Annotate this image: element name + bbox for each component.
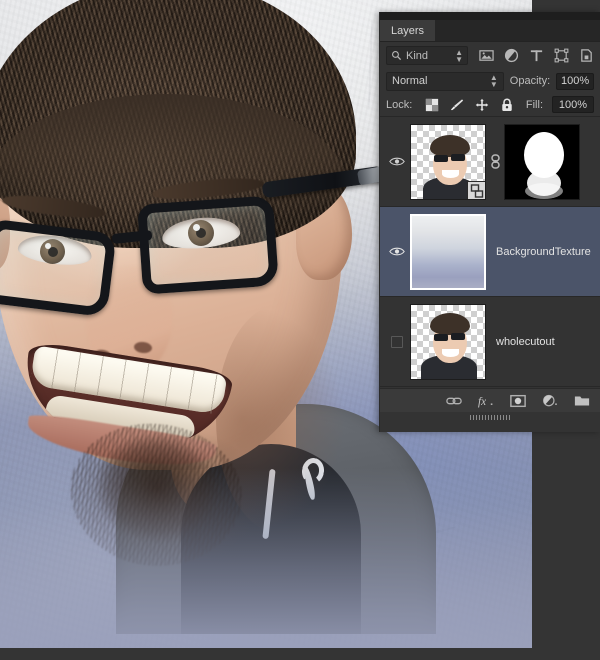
smart-object-badge <box>467 180 485 199</box>
opacity-label: Opacity: <box>509 75 551 87</box>
table-row[interactable] <box>380 117 600 207</box>
blend-mode-select[interactable]: Normal ▲ ▼ <box>386 71 504 91</box>
layers-panel-footer: fx <box>380 388 600 412</box>
new-adjustment-layer-button[interactable] <box>542 393 558 409</box>
layer-style-fx-button[interactable]: fx <box>478 393 494 409</box>
lock-transparent-pixels-icon[interactable] <box>425 98 439 112</box>
new-group-button[interactable] <box>574 393 590 409</box>
thumbnail-art-texture <box>412 215 484 288</box>
lock-all-icon[interactable] <box>500 98 514 112</box>
link-layers-button[interactable] <box>446 393 462 409</box>
filter-kind-select[interactable]: Kind ▲ ▼ <box>386 46 468 65</box>
filter-pixel-icon[interactable] <box>479 48 494 63</box>
mask-silhouette <box>505 124 579 199</box>
layer-visibility-toggle[interactable] <box>384 335 410 348</box>
opacity-input[interactable]: 100% <box>556 72 594 90</box>
filter-type-icon[interactable] <box>529 48 544 63</box>
opacity-value: 100% <box>561 75 590 87</box>
table-row[interactable]: wholecutout <box>380 297 600 387</box>
layers-panel: Layers Kind ▲ ▼ Normal ▲ ▼ Opacity: 100%… <box>379 12 600 432</box>
filter-kind-stepper[interactable]: ▲ ▼ <box>455 48 463 63</box>
eye-icon <box>389 247 405 256</box>
portrait-subject <box>0 0 436 634</box>
eye-icon <box>389 157 405 166</box>
fill-input[interactable]: 100% <box>552 96 594 113</box>
lock-row: Lock: Fill: 100% <box>380 93 600 117</box>
filter-type-buttons <box>479 48 594 63</box>
lock-image-pixels-icon[interactable] <box>450 98 464 112</box>
lens-right <box>137 195 279 295</box>
filter-shape-icon[interactable] <box>554 48 569 63</box>
lock-position-icon[interactable] <box>475 98 489 112</box>
blend-mode-value: Normal <box>392 75 428 87</box>
add-layer-mask-button[interactable] <box>510 393 526 409</box>
fill-label: Fill: <box>525 98 543 111</box>
eye-off-icon <box>391 335 403 348</box>
layer-thumbnail[interactable] <box>410 123 486 200</box>
link-icon <box>490 154 500 169</box>
photoshop-window: Layers Kind ▲ ▼ Normal ▲ ▼ Opacity: 100%… <box>0 0 600 660</box>
layer-name: wholecutout <box>496 335 555 348</box>
filter-smart-object-icon[interactable] <box>579 48 594 63</box>
layer-visibility-toggle[interactable] <box>384 246 410 257</box>
layer-thumbnail[interactable] <box>410 303 486 380</box>
lock-label: Lock: <box>386 98 413 111</box>
eyeglasses <box>0 165 390 318</box>
layer-mask-thumbnail[interactable] <box>504 123 580 200</box>
lens-left <box>0 218 117 318</box>
layer-filter-row: Kind ▲ ▼ <box>380 42 600 69</box>
blend-mode-row: Normal ▲ ▼ Opacity: 100% <box>380 69 600 93</box>
thumbnail-art-cutout <box>411 305 485 379</box>
layer-name: BackgroundTexture <box>496 245 591 258</box>
blend-mode-stepper[interactable]: ▲ ▼ <box>490 74 498 89</box>
filter-kind-label: Kind <box>406 49 429 62</box>
tab-layers[interactable]: Layers <box>380 20 437 41</box>
table-row[interactable] <box>380 387 600 388</box>
table-row[interactable]: BackgroundTexture <box>380 207 600 297</box>
fill-value: 100% <box>558 98 588 111</box>
smart-object-icon <box>468 181 485 199</box>
panel-resize-grip-row <box>380 412 600 422</box>
panel-resize-grip[interactable] <box>470 414 510 420</box>
svg-text:fx: fx <box>478 396 486 408</box>
filter-adjustment-icon[interactable] <box>504 48 519 63</box>
layer-mask-link-toggle[interactable] <box>486 154 504 169</box>
panel-tab-strip: Layers <box>380 20 600 42</box>
layer-visibility-toggle[interactable] <box>384 156 410 167</box>
tab-strip-empty <box>436 20 600 41</box>
tab-layers-label: Layers <box>391 24 425 37</box>
lock-buttons <box>425 98 514 112</box>
layer-thumbnail[interactable] <box>410 213 486 290</box>
search-icon <box>392 51 402 61</box>
layer-list[interactable]: BackgroundTexture wholecutout <box>380 117 600 388</box>
